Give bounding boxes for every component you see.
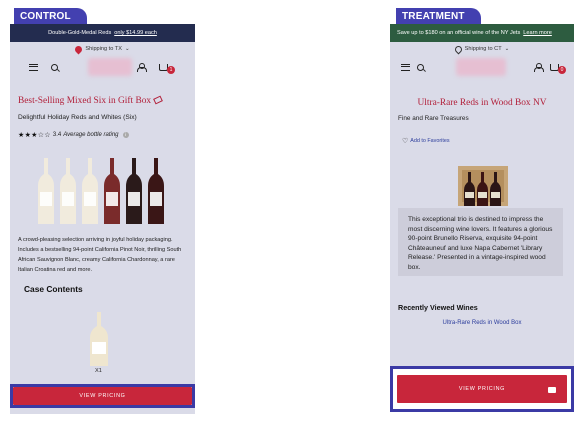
promo-banner[interactable]: Double-Gold-Medal Reds only $14.99 each bbox=[10, 24, 195, 42]
promo-link[interactable]: only $14.99 each bbox=[114, 30, 157, 36]
view-pricing-button[interactable]: VIEW PRICING bbox=[13, 387, 192, 405]
top-nav: 0 bbox=[390, 56, 574, 78]
add-to-favorites-label: Add to Favorites bbox=[410, 138, 450, 144]
hamburger-icon[interactable] bbox=[401, 63, 410, 71]
top-nav: 1 bbox=[10, 56, 195, 78]
cta-highlight-frame: VIEW PRICING bbox=[10, 384, 195, 408]
control-phone-screen: Double-Gold-Medal Reds only $14.99 each … bbox=[10, 24, 195, 414]
map-pin-icon bbox=[73, 44, 84, 54]
chevron-down-icon: ⌄ bbox=[504, 46, 510, 52]
case-contents-title: Case Contents bbox=[24, 284, 83, 294]
wood-box-image bbox=[458, 166, 508, 206]
search-icon[interactable] bbox=[51, 63, 58, 71]
product-description: A crowd-pleasing selection arriving in j… bbox=[18, 237, 182, 273]
shipping-selector[interactable]: Shipping to TX ⌄ bbox=[10, 42, 195, 56]
product-title: Ultra-Rare Reds in Wood Box NV bbox=[417, 98, 547, 108]
heart-icon: ♡ bbox=[402, 138, 409, 145]
cart-count-badge: 0 bbox=[558, 66, 566, 74]
search-icon[interactable] bbox=[417, 63, 424, 71]
shipping-text: Shipping to TX bbox=[85, 46, 122, 52]
promo-link[interactable]: Learn more bbox=[523, 30, 552, 36]
case-bottle-image bbox=[90, 312, 108, 366]
shipping-text: Shipping to CT bbox=[464, 46, 502, 52]
add-to-favorites-link[interactable]: ♡ Add to Favorites bbox=[402, 137, 450, 145]
shipping-selector[interactable]: Shipping to CT ⌄ bbox=[390, 42, 574, 56]
promo-text: Save up to $180 on an official wine of t… bbox=[397, 30, 521, 36]
recently-viewed-link[interactable]: Ultra-Rare Reds in Wood Box bbox=[390, 320, 574, 326]
cart-count-badge: 1 bbox=[167, 66, 175, 74]
chat-icon[interactable] bbox=[542, 380, 562, 400]
product-bottles-image bbox=[38, 158, 164, 224]
rating-stars: ★★★☆☆ bbox=[18, 132, 51, 139]
info-icon[interactable]: i bbox=[122, 132, 129, 138]
treatment-phone-screen: Save up to $180 on an official wine of t… bbox=[390, 24, 574, 412]
logo[interactable] bbox=[88, 58, 132, 76]
product-description: This exceptional trio is destined to imp… bbox=[398, 208, 563, 276]
case-bottle-qty: X1 bbox=[95, 368, 102, 374]
recently-viewed-title: Recently Viewed Wines bbox=[398, 303, 478, 312]
promo-text: Double-Gold-Medal Reds bbox=[48, 30, 112, 36]
logo[interactable] bbox=[456, 58, 506, 76]
chevron-down-icon: ⌄ bbox=[124, 46, 130, 52]
user-icon[interactable] bbox=[137, 62, 147, 72]
user-icon[interactable] bbox=[534, 62, 544, 72]
hamburger-icon[interactable] bbox=[29, 63, 38, 71]
map-pin-icon bbox=[453, 44, 464, 54]
rating-value: 3.4 bbox=[52, 132, 62, 138]
promo-banner[interactable]: Save up to $180 on an official wine of t… bbox=[390, 24, 574, 42]
product-subtitle: Fine and Rare Treasures bbox=[398, 115, 469, 122]
gift-icon bbox=[153, 95, 163, 105]
rating-label: Average bottle rating bbox=[63, 132, 119, 138]
product-subtitle: Delightful Holiday Reds and Whites (Six) bbox=[18, 114, 137, 121]
product-title: Best-Selling Mixed Six in Gift Box bbox=[18, 95, 163, 106]
rating: ★★★☆☆ 3.4 Average bottle rating i bbox=[18, 131, 129, 139]
